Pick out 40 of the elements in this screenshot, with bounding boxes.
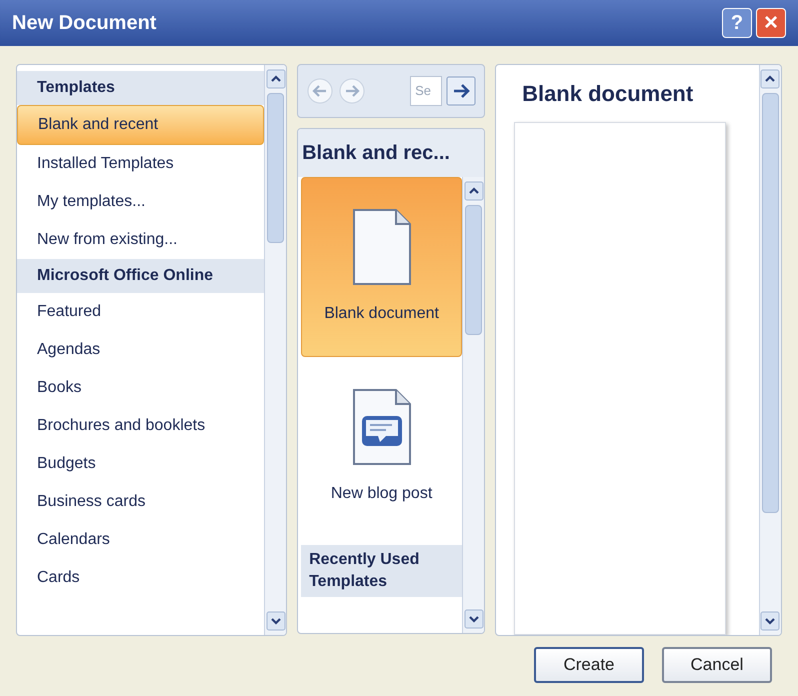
scroll-up-icon[interactable]: [266, 69, 286, 89]
category-item[interactable]: Installed Templates: [17, 145, 264, 183]
category-item[interactable]: Featured: [17, 293, 264, 331]
section-header: Recently Used Templates: [301, 544, 462, 597]
search-field[interactable]: Se: [410, 76, 442, 106]
scroll-up-icon[interactable]: [760, 69, 780, 89]
category-item[interactable]: Calendars: [17, 521, 264, 559]
scroll-thumb[interactable]: [267, 93, 284, 243]
gallery-title: Blank and rec...: [298, 128, 484, 177]
scroll-thumb[interactable]: [762, 93, 779, 513]
blog-page-icon: [352, 388, 412, 466]
scroll-up-icon[interactable]: [464, 180, 484, 201]
template-label: New blog post: [330, 484, 432, 504]
category-header: Microsoft Office Online: [17, 259, 264, 293]
category-item[interactable]: Budgets: [17, 445, 264, 483]
dialog-button[interactable]: Create: [534, 647, 644, 683]
scrollbar[interactable]: [758, 65, 781, 635]
category-item[interactable]: Agendas: [17, 331, 264, 369]
scroll-down-icon[interactable]: [464, 609, 484, 629]
blank-page-icon: [352, 208, 412, 286]
category-item[interactable]: Books: [17, 369, 264, 407]
dialog-button[interactable]: Cancel: [662, 647, 772, 683]
scrollbar[interactable]: [462, 176, 484, 633]
category-item[interactable]: New from existing...: [17, 221, 264, 259]
scroll-down-icon[interactable]: [760, 611, 780, 631]
scrollbar[interactable]: [264, 65, 286, 635]
category-header: Templates: [17, 71, 264, 105]
category-item[interactable]: Brochures and booklets: [17, 407, 264, 445]
category-item[interactable]: Cards: [17, 559, 264, 597]
scroll-down-icon[interactable]: [266, 611, 286, 631]
category-item[interactable]: Blank and recent: [17, 105, 264, 145]
template-tile[interactable]: Blank document: [301, 176, 462, 357]
category-item[interactable]: Business cards: [17, 483, 264, 521]
close-button[interactable]: ×: [756, 8, 786, 38]
category-item[interactable]: My templates...: [17, 183, 264, 221]
preview-title: Blank document: [521, 80, 694, 108]
window-title: New Document: [12, 11, 158, 36]
template-label: Blank document: [324, 304, 439, 324]
template-tile[interactable]: New blog post: [301, 356, 462, 537]
scroll-thumb[interactable]: [465, 204, 482, 335]
